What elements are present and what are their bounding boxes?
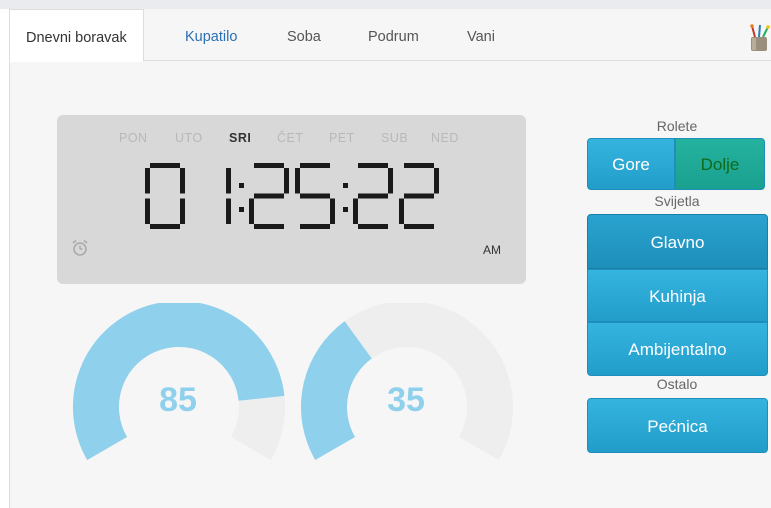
tab-dnevni-boravak[interactable]: Dnevni boravak <box>9 9 144 62</box>
weekday-pon: PON <box>119 131 148 145</box>
time-colon <box>343 183 348 212</box>
tab-podrum[interactable]: Podrum <box>368 9 419 61</box>
weekday-ned: NED <box>431 131 459 145</box>
alarm-clock-icon[interactable] <box>71 239 89 257</box>
ostalo-label: Ostalo <box>656 376 698 392</box>
weekday-sri: SRI <box>229 131 252 145</box>
svjetla-kuhinja-button[interactable]: Kuhinja <box>587 269 768 322</box>
weekday-cet: ČET <box>277 131 304 145</box>
svjetla-glavno-button[interactable]: Glavno <box>587 214 768 269</box>
tab-kupatilo[interactable]: Kupatilo <box>185 9 237 61</box>
tab-soba[interactable]: Soba <box>287 9 321 61</box>
ostalo-pecnica-button[interactable]: Pećnica <box>587 398 768 453</box>
time-digit <box>399 163 439 229</box>
weekday-sub: SUB <box>381 131 409 145</box>
time-colon <box>239 183 244 212</box>
gauge-1-value: 85 <box>159 381 197 419</box>
top-strip <box>0 0 771 9</box>
paint-brush-cup-icon[interactable] <box>748 24 771 52</box>
svjetla-ambijentalno-button[interactable]: Ambijentalno <box>587 322 768 376</box>
tab-bar: Dnevni boravak Kupatilo Soba Podrum Vani <box>9 9 771 62</box>
weekday-pet: PET <box>329 131 355 145</box>
weekday-uto: UTO <box>175 131 203 145</box>
time-digit <box>145 163 185 229</box>
time-digit <box>249 163 289 229</box>
time-digit <box>295 163 335 229</box>
gauge-2-value: 35 <box>387 381 425 419</box>
rolete-gore-button[interactable]: Gore <box>587 138 675 190</box>
rolete-dolje-button[interactable]: Dolje <box>675 138 765 190</box>
lcd-clock: PON UTO SRI ČET PET SUB NED AM <box>57 115 526 284</box>
time-display <box>145 163 439 229</box>
svjetla-label: Svijetla <box>654 193 700 209</box>
tab-vani[interactable]: Vani <box>467 9 495 61</box>
am-pm-indicator: AM <box>483 243 501 257</box>
time-digit <box>226 168 231 224</box>
time-digit <box>353 163 393 229</box>
rolete-label: Rolete <box>656 118 698 134</box>
